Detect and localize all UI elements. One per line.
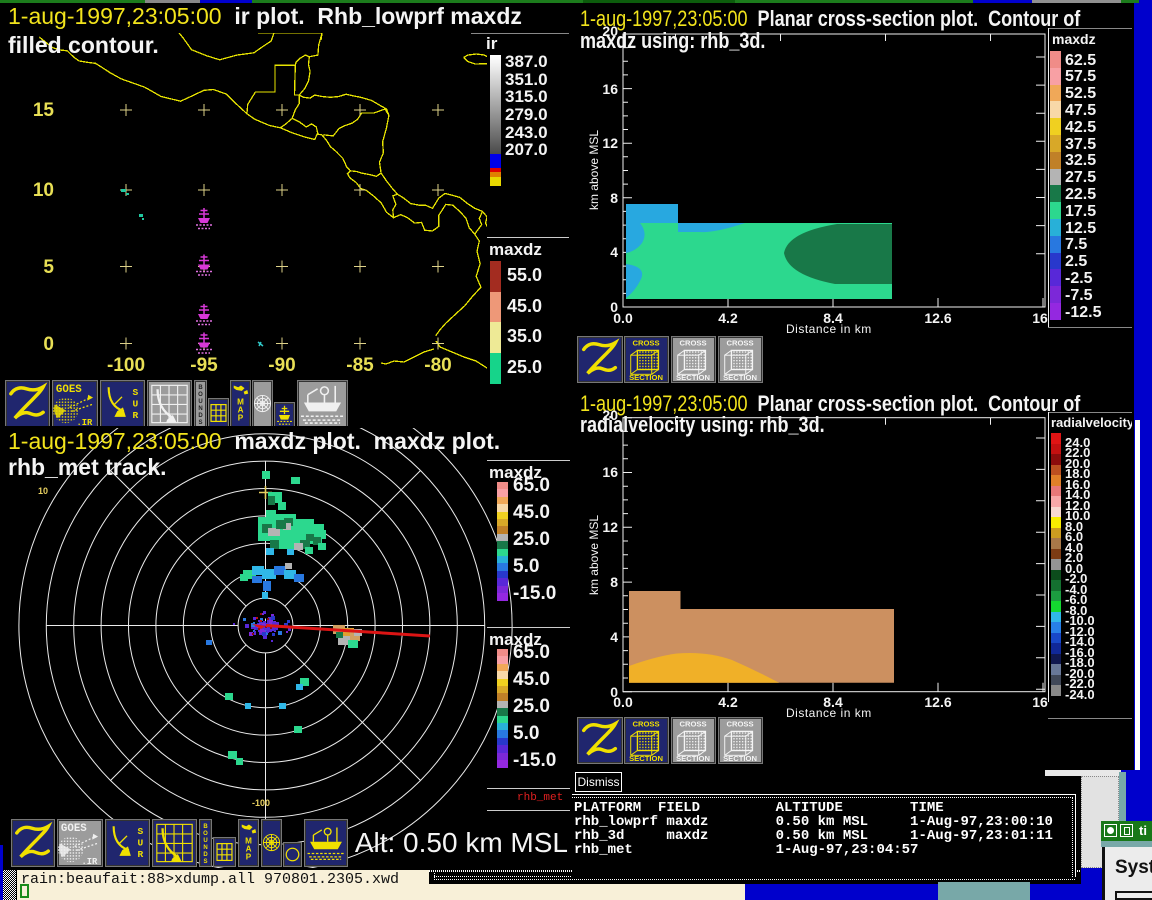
- svg-text:N: N: [198, 406, 202, 412]
- svg-text:U: U: [198, 399, 202, 405]
- svg-text:GOES: GOES: [56, 384, 82, 396]
- svg-text:U: U: [203, 838, 207, 844]
- svg-text:U: U: [138, 837, 144, 848]
- svg-text:CROSS: CROSS: [632, 339, 659, 348]
- svg-text:D: D: [203, 852, 208, 858]
- svg-text:CROSS: CROSS: [679, 339, 706, 348]
- svg-text:O: O: [198, 392, 203, 398]
- svg-text:GOES: GOES: [61, 823, 87, 835]
- svg-text:CROSS: CROSS: [726, 720, 753, 729]
- svg-text:U: U: [133, 398, 139, 409]
- svg-text:CROSS: CROSS: [726, 339, 753, 348]
- svg-text:P: P: [246, 853, 252, 862]
- svg-text:R: R: [138, 849, 144, 860]
- svg-text:P: P: [238, 414, 244, 423]
- svg-text:B: B: [203, 824, 208, 830]
- svg-text:S: S: [203, 859, 207, 865]
- svg-text:.IR: .IR: [81, 857, 98, 866]
- svg-text:CROSS: CROSS: [679, 720, 706, 729]
- svg-text:S: S: [133, 387, 139, 398]
- svg-text:N: N: [203, 845, 207, 851]
- svg-text:R: R: [133, 410, 139, 421]
- svg-text:CROSS: CROSS: [632, 720, 659, 729]
- svg-text:B: B: [198, 385, 203, 391]
- svg-text:S: S: [138, 826, 144, 837]
- svg-text:D: D: [198, 413, 203, 419]
- svg-text:O: O: [203, 831, 208, 837]
